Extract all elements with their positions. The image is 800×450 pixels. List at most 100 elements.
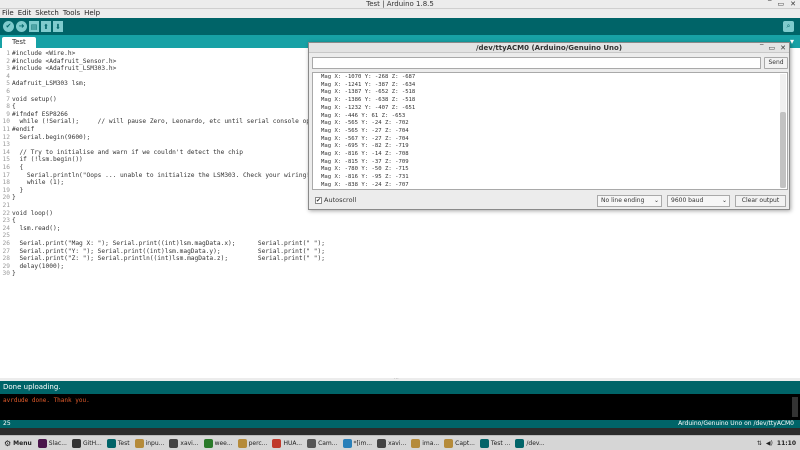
code-text: void loop() (12, 209, 53, 217)
arrow-up-icon: ⬆ (43, 22, 49, 31)
code-line: 28 Serial.print("Z: "); Serial.println((… (0, 255, 325, 263)
line-ending-value: No line ending (601, 197, 645, 204)
taskbar-item[interactable]: *[im... (341, 437, 375, 450)
app-icon (106, 438, 116, 448)
menu-edit[interactable]: Edit (18, 9, 32, 18)
code-line: 8{ (0, 103, 15, 111)
upload-button[interactable]: ➜ (16, 21, 27, 32)
taskbar-item[interactable]: inpu... (133, 437, 167, 450)
line-number: 30 (2, 270, 10, 278)
app-icon (237, 438, 247, 448)
line-number: 7 (6, 95, 10, 103)
code-text: Serial.println("Oops ... unable to initi… (12, 171, 322, 179)
minimize-button[interactable]: ‾ (768, 0, 772, 9)
code-text: { (12, 164, 24, 171)
taskbar-item-label: Test ... (490, 439, 511, 447)
console-line: avrdude done. Thank you. (3, 397, 90, 404)
taskbar-item[interactable]: Capt... (442, 437, 477, 450)
line-number: 13 (2, 141, 10, 149)
app-icon (444, 438, 454, 448)
code-text: if (!lsm.begin()) (12, 156, 83, 164)
clear-output-button[interactable]: Clear output (735, 195, 786, 207)
console-scrollbar[interactable] (792, 397, 798, 417)
code-line: 29 delay(1000); (0, 262, 65, 271)
line-number: 17 (2, 171, 10, 179)
serial-output[interactable]: Mag X: -1070 Y: -268 Z: -687 Mag X: -1241… (312, 72, 788, 190)
serial-output-line: Mag X: -446 Y: 61 Z: -653 (321, 112, 406, 119)
code-line: 10 while (!Serial); // will pause Zero, … (0, 118, 322, 126)
toolbar: ✔ ➜ ▤ ⬆ ⬇ ⌕ (0, 18, 800, 35)
serial-input[interactable] (312, 57, 761, 69)
serial-output-line: Mag X: -816 Y: -95 Z: -731 (321, 174, 409, 181)
send-button[interactable]: Send (764, 57, 788, 69)
status-message: Done uploading. (3, 383, 61, 391)
start-menu-button[interactable]: ⚙ Menu (2, 437, 34, 450)
serial-monitor-button[interactable]: ⌕ (783, 21, 794, 32)
code-line: 30} (0, 270, 16, 278)
serial-minimize-button[interactable]: ‾ (760, 43, 764, 53)
code-text: #endif (12, 126, 35, 133)
close-button[interactable]: ✕ (790, 0, 796, 9)
save-button[interactable]: ⬇ (53, 21, 63, 32)
volume-icon[interactable]: ◀) (766, 440, 773, 447)
verify-button[interactable]: ✔ (3, 21, 14, 32)
taskbar-item[interactable]: ima... (409, 437, 441, 450)
app-icon (411, 438, 421, 448)
new-button[interactable]: ▤ (29, 21, 39, 32)
menu-help[interactable]: Help (84, 9, 100, 18)
serial-maximize-button[interactable]: ▭ (769, 43, 776, 53)
tab-menu-button[interactable]: ▾ (790, 37, 794, 47)
autoscroll-checkbox[interactable]: ✔ (315, 197, 322, 204)
code-line: 24 lsm.read(); (0, 224, 61, 233)
serial-close-button[interactable]: ✕ (780, 43, 786, 53)
menu-file[interactable]: File (2, 9, 14, 18)
taskbar-item[interactable]: GitH... (70, 437, 104, 450)
menu-sketch[interactable]: Sketch (35, 9, 59, 18)
line-number: 5 (6, 80, 10, 88)
code-line: 3 #include <Adafruit_LSM303.h> (0, 65, 116, 73)
console-output[interactable]: avrdude done. Thank you. (0, 394, 800, 420)
code-line: 13 (0, 141, 12, 149)
taskbar-item[interactable]: HUA... (270, 437, 304, 450)
taskbar-item[interactable]: xavi... (167, 437, 200, 450)
taskbar-item[interactable]: Cam... (305, 437, 339, 450)
line-ending-select[interactable]: No line ending ⌄ (597, 195, 662, 207)
code-text: Adafruit_LSM303 lsm; (12, 80, 87, 88)
new-file-icon: ▤ (30, 22, 38, 31)
tab-test[interactable]: Test (2, 37, 36, 48)
line-number: 10 (2, 118, 10, 126)
clock[interactable]: 11:10 (777, 440, 796, 447)
serial-scroll-thumb[interactable] (780, 112, 786, 188)
taskbar-item[interactable]: Test ... (478, 437, 512, 450)
app-icon (272, 438, 282, 448)
code-text: delay(1000); (12, 262, 65, 270)
chevron-down-icon: ⌄ (653, 197, 659, 204)
serial-monitor-window: /dev/ttyACM0 (Arduino/Genuino Uno) ‾ ▭ ✕… (308, 42, 790, 210)
code-line: 9 #ifndef ESP8266 (0, 111, 68, 119)
serial-monitor-title-bar[interactable]: /dev/ttyACM0 (Arduino/Genuino Uno) ‾ ▭ ✕ (309, 43, 789, 53)
taskbar-item[interactable]: Slac... (36, 437, 69, 450)
code-line: 11 #endif (0, 126, 35, 134)
serial-scrollbar[interactable] (780, 74, 786, 188)
code-text: #include <Adafruit_Sensor.h> (12, 57, 117, 65)
line-number: 25 (2, 232, 10, 240)
menu-tools[interactable]: Tools (63, 9, 80, 18)
line-number: 24 (2, 224, 10, 232)
code-line: 19 } (0, 187, 24, 195)
maximize-button[interactable]: ▭ (778, 0, 785, 9)
taskbar-item[interactable]: Test (105, 437, 132, 450)
network-icon[interactable]: ⇅ (757, 440, 762, 447)
taskbar-item[interactable]: /dev... (513, 437, 546, 450)
serial-output-line: Mag X: -1387 Y: -652 Z: -518 (321, 89, 416, 96)
baud-rate-select[interactable]: 9600 baud ⌄ (667, 195, 730, 207)
taskbar-item[interactable]: xavi... (375, 437, 408, 450)
code-line: 4 (0, 73, 12, 81)
taskbar-item[interactable]: perc... (236, 437, 270, 450)
arrow-right-icon: ➜ (18, 22, 25, 30)
code-text: } (12, 270, 16, 278)
app-icon (479, 438, 489, 448)
serial-output-line: Mag X: -838 Y: -24 Z: -707 (321, 181, 409, 188)
app-icon (71, 438, 81, 448)
open-button[interactable]: ⬆ (41, 21, 51, 32)
taskbar-item[interactable]: wee... (202, 437, 235, 450)
